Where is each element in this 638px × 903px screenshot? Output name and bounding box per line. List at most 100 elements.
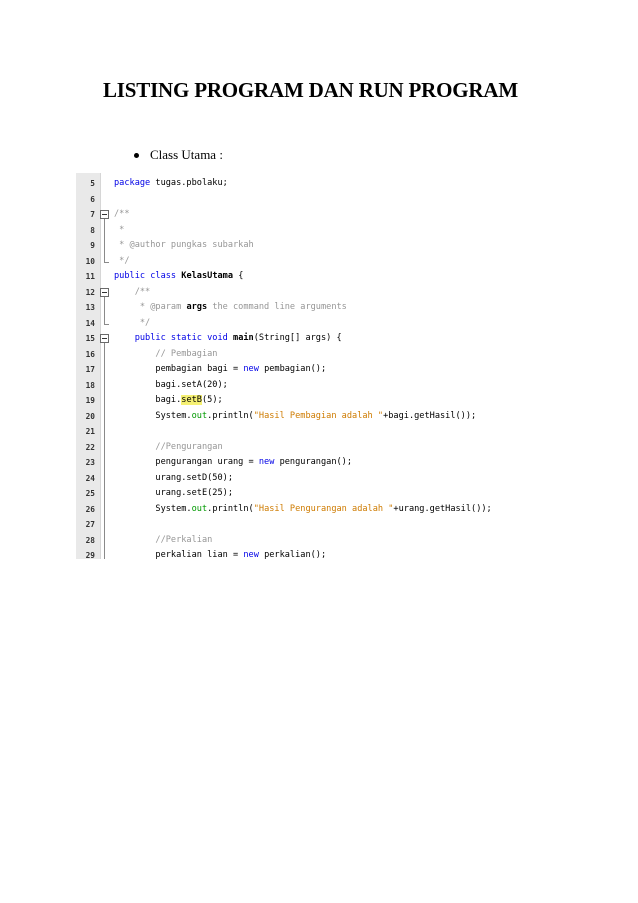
code-line: 20 System.out.println("Hasil Pembagian a… <box>76 409 562 425</box>
code-text: //Perkalian <box>114 533 212 549</box>
line-number: 13 <box>85 303 95 312</box>
fold-guide-line <box>104 296 105 324</box>
code-token: +bagi.getHasil()); <box>383 410 477 421</box>
code-token: //Pengurangan <box>114 441 223 452</box>
line-number: 23 <box>85 458 95 467</box>
line-number: 14 <box>85 318 95 328</box>
fold-collapse-icon[interactable] <box>100 334 109 343</box>
code-token: */ <box>114 317 151 328</box>
line-number: 7 <box>90 210 95 219</box>
code-token: .println( <box>207 503 254 514</box>
fold-collapse-icon[interactable] <box>100 287 109 297</box>
line-number: 16 <box>85 349 95 359</box>
code-line: 16 // Pembagian <box>76 347 562 363</box>
code-line: 6 <box>76 192 562 208</box>
code-token: public static void <box>114 333 228 343</box>
line-number: 19 <box>85 396 95 405</box>
code-line: 19 bagi.setB(5); <box>76 393 562 409</box>
code-text: * @author pungkas subarkah <box>114 238 254 254</box>
code-token: urang.setD(50); <box>114 472 233 483</box>
code-line: 23 pengurangan urang = new pengurangan()… <box>76 455 562 471</box>
code-token: (5); <box>201 395 223 405</box>
code-token: { <box>233 271 244 281</box>
code-token: System. <box>114 410 192 421</box>
code-token: pengurangan urang = <box>114 457 259 467</box>
line-number: 8 <box>90 225 95 235</box>
code-text: /** <box>114 207 130 223</box>
code-line: 28 //Perkalian <box>76 533 562 549</box>
code-token: perkalian(); <box>258 550 327 559</box>
code-token: pembagian(); <box>258 364 327 374</box>
code-text: package tugas.pbolaku; <box>114 176 228 192</box>
code-text: public static void main(String[] args) { <box>114 331 342 347</box>
code-text: * <box>114 223 124 239</box>
line-number: 17 <box>85 365 95 374</box>
fold-guide-end <box>104 261 109 263</box>
code-text: pengurangan urang = new pengurangan(); <box>114 455 352 471</box>
code-line: 9 * @author pungkas subarkah <box>76 238 562 254</box>
line-number: 5 <box>90 179 95 188</box>
fold-guide-line <box>104 219 105 262</box>
code-token: // Pembagian <box>114 348 218 359</box>
code-text: */ <box>114 316 150 332</box>
code-token: pembagian bagi = <box>114 364 244 374</box>
code-token: * @param <box>114 302 187 312</box>
code-text: // Pembagian <box>114 347 217 363</box>
code-token: out <box>191 503 208 514</box>
line-number: 22 <box>85 442 95 452</box>
code-editor-screenshot: 5 package tugas.pbolaku; 6 7/** 8 * 9 * @auth… <box>76 173 562 559</box>
code-text: System.out.println("Hasil Pembagian adal… <box>114 409 476 425</box>
bullet-item-class-utama: Class Utama : <box>134 147 223 163</box>
code-text: /** <box>114 285 151 301</box>
code-line: 14 */ <box>76 316 562 332</box>
code-token: bagi.setA(20); <box>114 379 228 390</box>
code-token: +urang.getHasil()); <box>393 503 492 514</box>
code-line: 24 urang.setD(50); <box>76 471 562 487</box>
line-number: 27 <box>85 520 95 529</box>
code-line: 15 public static void main(String[] args… <box>76 331 562 347</box>
line-number: 9 <box>90 241 95 250</box>
code-line: 22 //Pengurangan <box>76 440 562 456</box>
code-text: pembagian bagi = new pembagian(); <box>114 362 326 378</box>
line-number: 29 <box>85 551 95 559</box>
code-text: System.out.println("Hasil Pengurangan ad… <box>114 502 492 518</box>
code-line: 12 /** <box>76 285 562 301</box>
code-token: package <box>114 178 151 188</box>
line-number: 15 <box>85 334 95 343</box>
code-text: public class KelasUtama { <box>114 269 243 285</box>
line-number: 25 <box>85 489 95 498</box>
code-token: new <box>243 364 259 374</box>
code-line: 17 pembagian bagi = new pembagian(); <box>76 362 562 378</box>
code-line: 29 perkalian lian = new perkalian(); <box>76 548 562 559</box>
bullet-label: Class Utama : <box>150 147 223 162</box>
code-line: 21 <box>76 424 562 440</box>
code-text: perkalian lian = new perkalian(); <box>114 548 326 559</box>
code-line: 18 bagi.setA(20); <box>76 378 562 394</box>
line-number: 26 <box>85 504 95 514</box>
code-token: pengurangan(); <box>274 457 353 467</box>
code-token: main <box>233 333 254 343</box>
code-text: * @param args the command line arguments <box>114 300 347 316</box>
code-lines: 5 package tugas.pbolaku; 6 7/** 8 * 9 * @auth… <box>76 176 562 559</box>
code-token: * <box>114 224 125 235</box>
document-title: LISTING PROGRAM DAN RUN PROGRAM <box>103 78 518 102</box>
code-line: 25 urang.setE(25); <box>76 486 562 502</box>
code-token: setB <box>181 395 202 405</box>
code-token: "Hasil Pembagian adalah " <box>253 410 384 421</box>
code-text: urang.setE(25); <box>114 486 233 502</box>
code-text: */ <box>114 254 130 270</box>
bullet-icon <box>134 152 139 158</box>
code-line: 13 * @param args the command line argume… <box>76 300 562 316</box>
code-token: tugas.pbolaku; <box>150 178 228 188</box>
code-token: urang.setE(25); <box>114 488 233 498</box>
fold-guide-line <box>104 343 105 559</box>
code-text: urang.setD(50); <box>114 471 233 487</box>
line-number: 28 <box>85 535 95 545</box>
fold-guide-end <box>104 323 109 325</box>
code-line: 5 package tugas.pbolaku; <box>76 176 562 192</box>
line-number: 18 <box>85 380 95 390</box>
fold-collapse-icon[interactable] <box>100 210 109 219</box>
code-token: */ <box>114 255 130 266</box>
code-token: out <box>191 410 208 421</box>
code-token: args <box>186 302 208 312</box>
